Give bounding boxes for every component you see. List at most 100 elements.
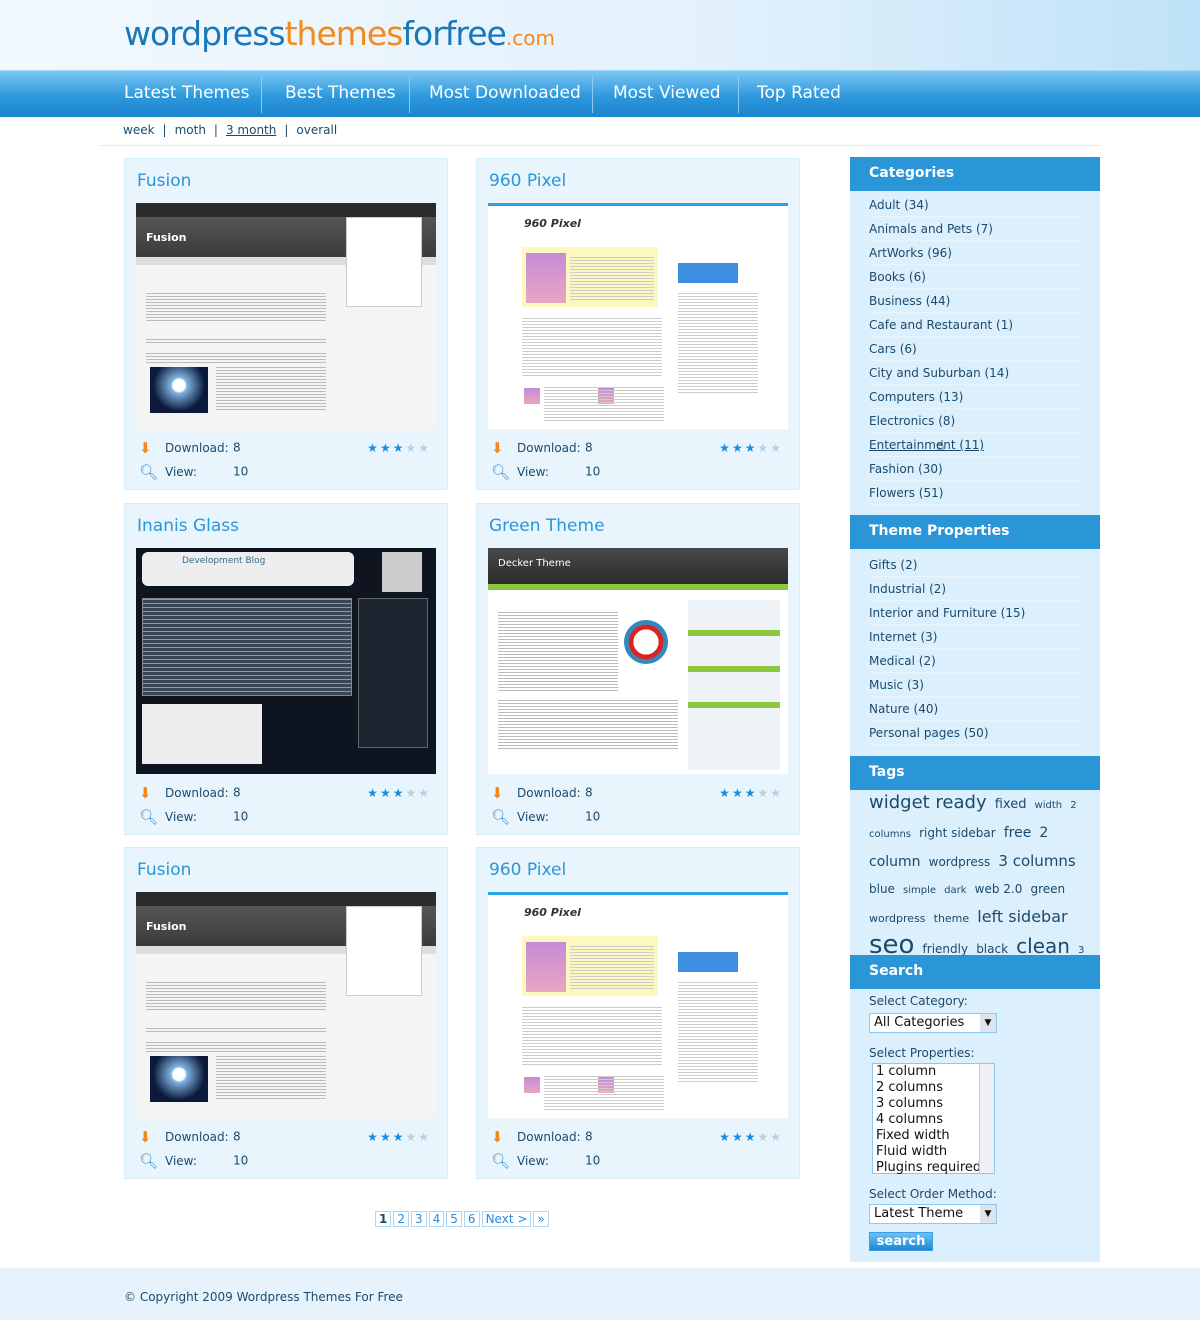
page-6[interactable]: 6 [463, 1211, 480, 1227]
download-arrow-icon[interactable]: ⬇ [491, 439, 509, 457]
last-page[interactable]: » [533, 1211, 549, 1227]
theme-title[interactable]: Inanis Glass [137, 516, 239, 536]
search-button[interactable]: search [869, 1232, 933, 1251]
category-select[interactable]: All Categories ▼ [869, 1013, 997, 1033]
magnifier-icon[interactable]: 🔍︎ [139, 1152, 158, 1170]
nav-latest-themes[interactable]: Latest Themes [104, 71, 269, 118]
download-arrow-icon[interactable]: ⬇ [139, 784, 157, 802]
nav-most-downloaded[interactable]: Most Downloaded [409, 71, 601, 118]
properties-listbox[interactable]: 1 column 2 columns 3 columns 4 columns Fixed… [872, 1063, 995, 1176]
theme-screenshot[interactable]: Development Blog [136, 548, 436, 774]
period-overall[interactable]: overall [296, 123, 337, 137]
nav-top-rated[interactable]: Top Rated [737, 71, 861, 118]
theme-title[interactable]: Fusion [137, 171, 191, 191]
tag-link[interactable]: black [976, 942, 1008, 956]
property-option[interactable]: 4 columns [876, 1112, 991, 1128]
download-arrow-icon[interactable]: ⬇ [139, 1128, 157, 1146]
category-link[interactable]: Fashion (30) [869, 457, 1080, 481]
category-link[interactable]: Business (44) [869, 289, 1080, 313]
theme-title[interactable]: Fusion [137, 860, 191, 880]
theme-title[interactable]: Green Theme [489, 516, 605, 536]
category-link[interactable]: Cafe and Restaurant (1) [869, 313, 1080, 337]
theme-screenshot[interactable]: Fusion [136, 892, 436, 1118]
page-3[interactable]: 3 [411, 1211, 427, 1227]
theme-screenshot[interactable]: Fusion [136, 203, 436, 429]
theme-title[interactable]: 960 Pixel [489, 171, 566, 191]
rating-stars[interactable]: ★★★★★ [719, 441, 783, 455]
order-select[interactable]: Latest Theme ▼ [869, 1204, 997, 1224]
tag-link[interactable]: left sidebar [977, 907, 1067, 926]
period-month[interactable]: moth [175, 123, 206, 137]
rating-stars[interactable]: ★★★★★ [367, 786, 431, 800]
download-arrow-icon[interactable]: ⬇ [491, 784, 509, 802]
download-arrow-icon[interactable]: ⬇ [491, 1128, 509, 1146]
magnifier-icon[interactable]: 🔍︎ [491, 1152, 510, 1170]
tag-link[interactable]: green [1030, 882, 1065, 896]
theme-title[interactable]: 960 Pixel [489, 860, 566, 880]
category-link[interactable]: ArtWorks (96) [869, 241, 1080, 265]
page-5[interactable]: 5 [446, 1211, 462, 1227]
property-option[interactable]: 2 columns [876, 1080, 991, 1096]
rating-stars[interactable]: ★★★★★ [719, 1130, 783, 1144]
tag-link[interactable]: width [1035, 800, 1063, 811]
tag-link[interactable]: fixed [995, 797, 1027, 812]
tag-link[interactable]: wordpress [929, 855, 991, 869]
theme-screenshot[interactable]: 960 Pixel [488, 892, 788, 1118]
category-link[interactable]: City and Suburban (14) [869, 361, 1080, 385]
period-3-month[interactable]: 3 month [226, 123, 276, 137]
property-link[interactable]: Medical (2) [869, 649, 1080, 673]
category-link[interactable]: Books (6) [869, 265, 1080, 289]
nav-most-viewed[interactable]: Most Viewed [593, 71, 741, 118]
tag-link[interactable]: widget ready [869, 792, 987, 813]
page-4[interactable]: 4 [428, 1211, 445, 1227]
property-link[interactable]: Industrial (2) [869, 577, 1080, 601]
download-arrow-icon[interactable]: ⬇ [139, 439, 157, 457]
page-1[interactable]: 1 [375, 1211, 392, 1227]
theme-screenshot[interactable]: 960 Pixel [488, 203, 788, 429]
tag-link[interactable]: friendly [923, 942, 969, 956]
page-2[interactable]: 2 [393, 1211, 409, 1227]
property-option[interactable]: Fluid width [876, 1144, 991, 1160]
period-week[interactable]: week [123, 123, 155, 137]
category-link[interactable]: Animals and Pets (7) [869, 217, 1080, 241]
rating-stars[interactable]: ★★★★★ [367, 1130, 431, 1144]
property-link[interactable]: Interior and Furniture (15) [869, 601, 1080, 625]
rating-stars[interactable]: ★★★★★ [719, 786, 783, 800]
property-link[interactable]: Music (3) [869, 673, 1080, 697]
tag-link[interactable]: right sidebar [919, 826, 996, 840]
property-link[interactable]: Internet (3) [869, 625, 1080, 649]
property-option[interactable]: 1 column [876, 1064, 991, 1080]
property-option[interactable]: Fixed width [876, 1128, 991, 1144]
rating-stars[interactable]: ★★★★★ [367, 441, 431, 455]
tag-link[interactable]: dark [944, 885, 966, 896]
category-link[interactable]: Adult (34) [869, 193, 1080, 217]
tag-link[interactable]: blue [869, 882, 895, 896]
listbox-scrollbar[interactable] [979, 1064, 994, 1173]
next-page[interactable]: Next > [481, 1211, 532, 1227]
magnifier-icon[interactable]: 🔍︎ [491, 463, 510, 481]
property-option[interactable]: Plugins required [876, 1160, 991, 1176]
site-logo[interactable]: wordpressthemesforfree.com [124, 14, 555, 53]
tag-link[interactable]: wordpress [869, 912, 926, 925]
property-option[interactable]: 3 columns [876, 1096, 991, 1112]
chevron-down-icon: ▼ [980, 1014, 996, 1032]
category-link[interactable]: Cars (6) [869, 337, 1080, 361]
tag-link[interactable]: free [1004, 825, 1032, 841]
property-link[interactable]: Nature (40) [869, 697, 1080, 721]
tag-link[interactable]: simple [903, 885, 936, 896]
magnifier-icon[interactable]: 🔍︎ [139, 808, 158, 826]
property-link[interactable]: Gifts (2) [869, 553, 1080, 577]
category-link[interactable]: Electronics (8) [869, 409, 1080, 433]
logo-text: themes [284, 14, 404, 53]
tag-link[interactable]: 3 columns [998, 852, 1075, 870]
theme-screenshot[interactable]: Decker Theme [488, 548, 788, 774]
category-link[interactable]: Flowers (51) [869, 481, 1080, 505]
tag-link[interactable]: web 2.0 [975, 882, 1023, 896]
tag-link[interactable]: theme [934, 912, 970, 925]
category-link[interactable]: Entertainment (11) [869, 433, 1080, 457]
property-link[interactable]: Personal pages (50) [869, 721, 1080, 745]
magnifier-icon[interactable]: 🔍︎ [139, 463, 158, 481]
magnifier-icon[interactable]: 🔍︎ [491, 808, 510, 826]
nav-best-themes[interactable]: Best Themes [265, 71, 416, 118]
category-link[interactable]: Computers (13) [869, 385, 1080, 409]
